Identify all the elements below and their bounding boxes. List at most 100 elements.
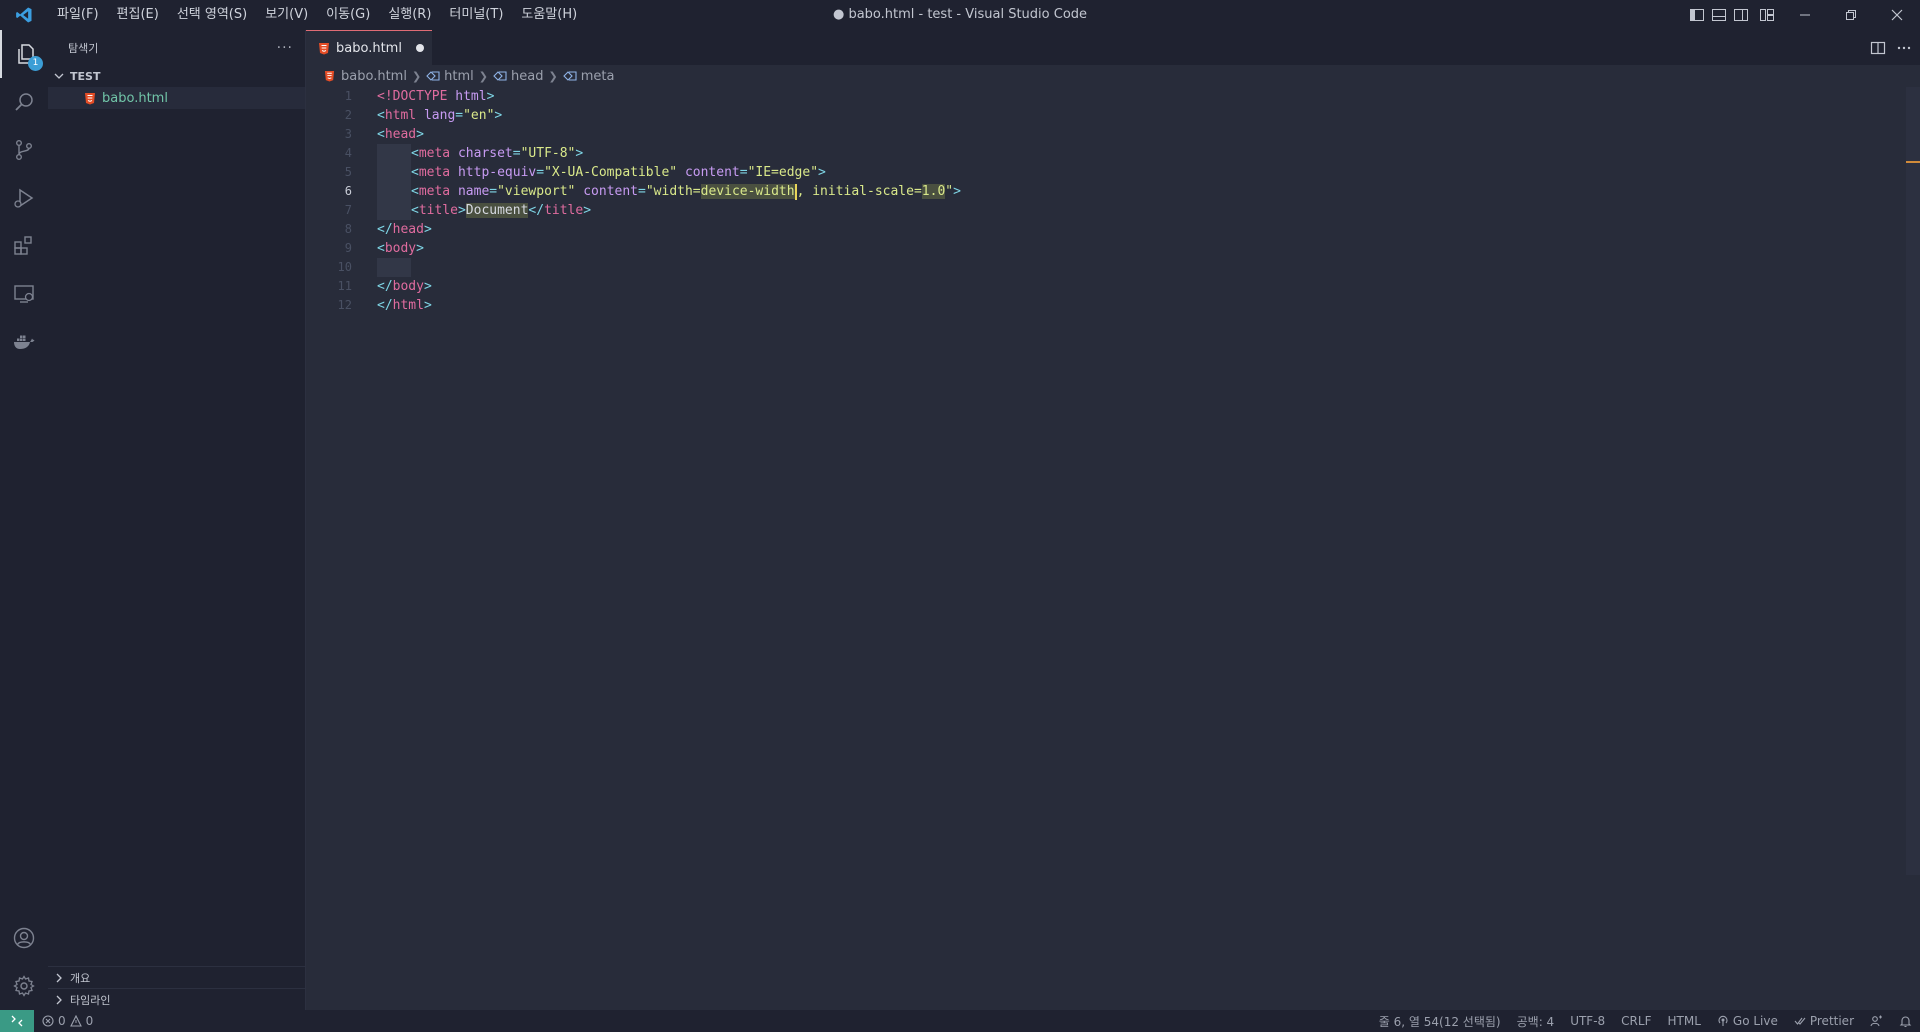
minimize-icon[interactable] xyxy=(1782,0,1828,30)
gear-icon[interactable] xyxy=(0,962,48,1010)
warning-icon xyxy=(69,1015,82,1027)
feedback-icon[interactable] xyxy=(1862,1015,1891,1028)
remote-explorer-icon[interactable] xyxy=(0,270,48,318)
indent-guide xyxy=(377,258,411,277)
prettier-button[interactable]: Prettier xyxy=(1786,1014,1862,1028)
title-controls xyxy=(1686,0,1920,30)
remote-indicator-button[interactable] xyxy=(0,1010,34,1032)
chevron-right-icon xyxy=(56,973,62,983)
explorer-title: 탐색기 xyxy=(68,41,99,55)
line-number: 3 xyxy=(344,127,352,141)
menu-selection[interactable]: 선택 영역(S) xyxy=(168,0,256,30)
indent-guide xyxy=(377,201,411,220)
explorer-badge: 1 xyxy=(28,56,43,71)
indent-guide xyxy=(377,163,411,182)
line-number: 9 xyxy=(344,241,352,255)
encoding[interactable]: UTF-8 xyxy=(1562,1014,1613,1028)
end-of-line[interactable]: CRLF xyxy=(1613,1014,1659,1028)
element-icon xyxy=(426,71,440,81)
code-line-6: <meta name="viewport" content="width=dev… xyxy=(411,183,961,200)
timeline-section[interactable]: 타임라인 xyxy=(48,988,309,1011)
menu-help[interactable]: 도움말(H) xyxy=(512,0,586,30)
language-mode[interactable]: HTML xyxy=(1659,1014,1708,1028)
menu-run[interactable]: 실행(R) xyxy=(379,0,440,30)
code-line-3: <head> xyxy=(377,127,424,142)
menu-terminal[interactable]: 터미널(T) xyxy=(440,0,512,30)
vertical-scrollbar[interactable] xyxy=(1906,87,1920,875)
line-number: 8 xyxy=(344,222,352,236)
menu-file[interactable]: 파일(F) xyxy=(48,0,108,30)
source-control-icon[interactable] xyxy=(0,126,48,174)
problems-indicator[interactable]: 0 0 xyxy=(42,1014,93,1028)
code-line-11: </body> xyxy=(377,279,432,294)
code-line-9: <body> xyxy=(377,241,424,256)
tab-babo-html[interactable]: babo.html xyxy=(306,30,432,65)
breadcrumb-html[interactable]: html xyxy=(426,69,474,84)
code-line-5: <meta http-equiv="X-UA-Compatible" conte… xyxy=(411,165,826,180)
code-line-1: <!DOCTYPE html> xyxy=(377,89,495,104)
line-number: 7 xyxy=(344,203,352,217)
indent-guide xyxy=(377,144,411,163)
warning-count: 0 xyxy=(85,1014,94,1028)
line-number: 4 xyxy=(344,146,352,160)
timeline-label: 타임라인 xyxy=(70,994,111,1007)
line-number: 11 xyxy=(337,279,352,293)
search-icon[interactable] xyxy=(0,78,48,126)
unsaved-dot-icon[interactable] xyxy=(415,44,424,52)
error-icon xyxy=(42,1015,54,1027)
chevron-right-icon: ❯ xyxy=(411,69,422,83)
line-number: 1 xyxy=(344,89,352,103)
more-icon[interactable] xyxy=(1896,40,1912,56)
folder-header-test[interactable]: TEST xyxy=(48,65,305,87)
breadcrumb-meta[interactable]: meta xyxy=(562,69,614,84)
cursor-position[interactable]: 줄 6, 열 54(12 선택됨) xyxy=(1371,1013,1509,1030)
chevron-right-icon: ❯ xyxy=(478,69,489,83)
explorer-icon[interactable]: 1 xyxy=(0,30,50,78)
restore-icon[interactable] xyxy=(1828,0,1874,30)
more-actions-button[interactable]: ··· xyxy=(277,40,293,56)
activity-bar: 1 xyxy=(0,30,48,1010)
account-icon[interactable] xyxy=(0,914,48,962)
menu-edit[interactable]: 편집(E) xyxy=(108,0,168,30)
run-debug-icon[interactable] xyxy=(0,174,48,222)
customize-layout-icon[interactable] xyxy=(1752,0,1782,30)
breadcrumb-head[interactable]: head xyxy=(493,69,543,84)
toggle-secondary-sidebar-icon[interactable] xyxy=(1730,0,1752,30)
code-line-4: <meta charset="UTF-8"> xyxy=(411,146,584,161)
line-number: 2 xyxy=(344,108,352,122)
tab-label: babo.html xyxy=(336,40,402,56)
vscode-logo-icon[interactable] xyxy=(0,0,48,30)
breadcrumb-file[interactable]: babo.html xyxy=(324,69,407,84)
line-number-current: 6 xyxy=(344,184,352,198)
html-file-icon xyxy=(319,42,329,54)
indent-guide xyxy=(377,182,411,201)
title-bar: 파일(F) 편집(E) 선택 영역(S) 보기(V) 이동(G) 실행(R) 터… xyxy=(0,0,1920,30)
html-file-icon xyxy=(324,70,335,82)
code-line-8: </head> xyxy=(377,222,432,237)
file-item-babo-html[interactable]: babo.html xyxy=(48,87,305,109)
outline-label: 개요 xyxy=(70,972,91,985)
chevron-down-icon xyxy=(54,73,64,79)
extensions-icon[interactable] xyxy=(0,222,48,270)
toggle-panel-icon[interactable] xyxy=(1708,0,1730,30)
folder-name: TEST xyxy=(70,69,101,83)
go-live-button[interactable]: Go Live xyxy=(1709,1014,1786,1028)
breadcrumb: babo.html ❯ html ❯ head ❯ meta xyxy=(306,65,1920,87)
close-window-icon[interactable] xyxy=(1874,0,1920,30)
menu-view[interactable]: 보기(V) xyxy=(256,0,317,30)
bell-icon[interactable] xyxy=(1891,1015,1920,1028)
file-name: babo.html xyxy=(102,90,168,106)
menu-bar: 파일(F) 편집(E) 선택 영역(S) 보기(V) 이동(G) 실행(R) 터… xyxy=(48,0,586,30)
code-line-7: <title>Document</title> xyxy=(411,203,592,218)
remote-icon xyxy=(11,1015,23,1027)
line-number: 10 xyxy=(337,260,352,274)
html-file-icon xyxy=(85,92,95,104)
menu-go[interactable]: 이동(G) xyxy=(317,0,379,30)
toggle-primary-sidebar-icon[interactable] xyxy=(1686,0,1708,30)
explorer-header: 탐색기 ··· xyxy=(48,30,305,65)
outline-section[interactable]: 개요 xyxy=(48,966,309,989)
split-editor-icon[interactable] xyxy=(1870,40,1886,56)
indentation[interactable]: 공백: 4 xyxy=(1509,1013,1563,1030)
docker-icon[interactable] xyxy=(0,318,48,366)
chevron-right-icon: ❯ xyxy=(548,69,558,83)
